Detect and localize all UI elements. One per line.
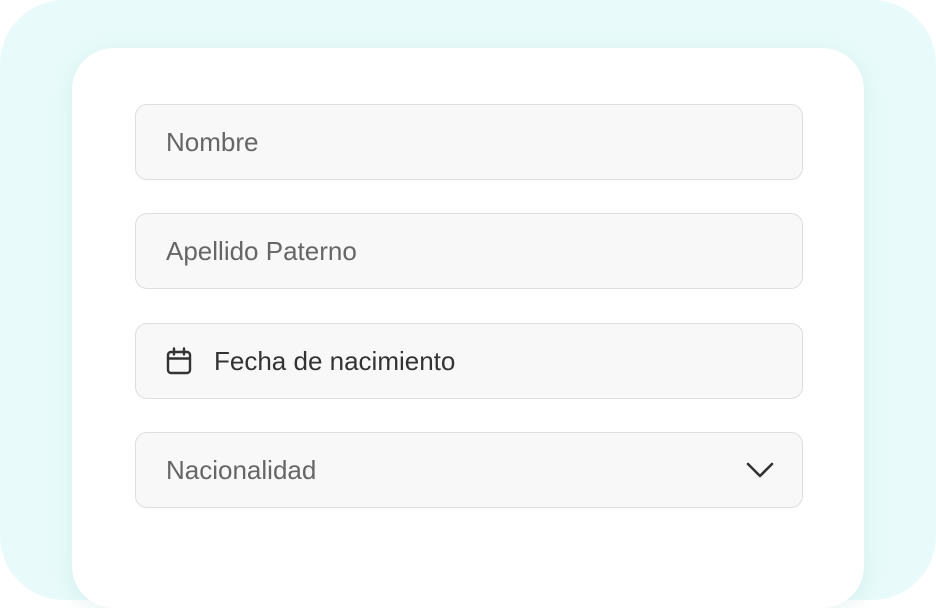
calendar-icon: [166, 347, 192, 375]
nombre-field[interactable]: Nombre: [135, 104, 803, 180]
fecha-nacimiento-field[interactable]: Fecha de nacimiento: [135, 323, 803, 399]
chevron-down-icon[interactable]: [746, 461, 774, 479]
fecha-nacimiento-label: Fecha de nacimiento: [214, 345, 456, 376]
nombre-placeholder: Nombre: [166, 126, 259, 157]
apellido-paterno-placeholder: Apellido Paterno: [166, 235, 357, 266]
form-card: Nombre Apellido Paterno Fecha de nacimie…: [72, 48, 864, 608]
nacionalidad-select[interactable]: Nacionalidad: [135, 432, 803, 508]
nacionalidad-placeholder: Nacionalidad: [166, 454, 317, 485]
page-background: Nombre Apellido Paterno Fecha de nacimie…: [0, 0, 936, 608]
apellido-paterno-field[interactable]: Apellido Paterno: [135, 213, 803, 289]
